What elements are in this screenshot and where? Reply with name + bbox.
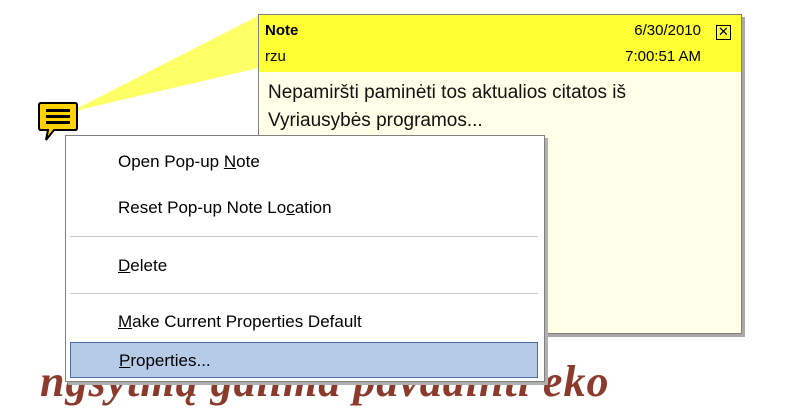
- note-time: 7:00:51 AM: [625, 48, 701, 65]
- menu-item-label: ote: [236, 152, 260, 171]
- menu-separator: [70, 236, 538, 237]
- menu-separator: [70, 293, 538, 294]
- menu-item-make-current-properties-default[interactable]: Make Current Properties Default: [70, 304, 538, 340]
- menu-item-label: roperties...: [130, 351, 211, 370]
- menu-item-label: Reset Pop-up Note Lo: [118, 198, 287, 217]
- menu-item-accelerator: M: [118, 312, 133, 331]
- menu-item-accelerator: c: [286, 198, 295, 217]
- context-menu: Open Pop-up Note Reset Pop-up Note Locat…: [65, 135, 545, 382]
- menu-item-label: elete: [130, 256, 168, 275]
- note-date: 6/30/2010: [634, 22, 701, 39]
- note-author: rzu: [265, 48, 286, 65]
- note-title: Note: [265, 22, 299, 39]
- note-body-text[interactable]: Nepamiršti paminėti tos aktualios citato…: [268, 79, 718, 135]
- menu-item-accelerator: P: [119, 351, 131, 370]
- menu-item-delete[interactable]: Delete: [70, 248, 538, 284]
- menu-item-label: ation: [294, 198, 332, 217]
- menu-item-accelerator: D: [118, 256, 131, 275]
- close-icon[interactable]: ✕: [716, 25, 731, 40]
- menu-item-reset-popup-note-location[interactable]: Reset Pop-up Note Location: [70, 190, 538, 226]
- menu-item-properties[interactable]: Properties...: [70, 342, 538, 378]
- menu-item-label: Open Pop-up: [118, 152, 224, 171]
- menu-item-accelerator: N: [223, 152, 237, 171]
- menu-item-label: ake Current Properties Default: [132, 312, 362, 331]
- popup-note-header[interactable]: Note rzu 6/30/2010 7:00:51 AM ✕: [259, 15, 741, 72]
- menu-item-open-popup-note[interactable]: Open Pop-up Note: [70, 144, 538, 180]
